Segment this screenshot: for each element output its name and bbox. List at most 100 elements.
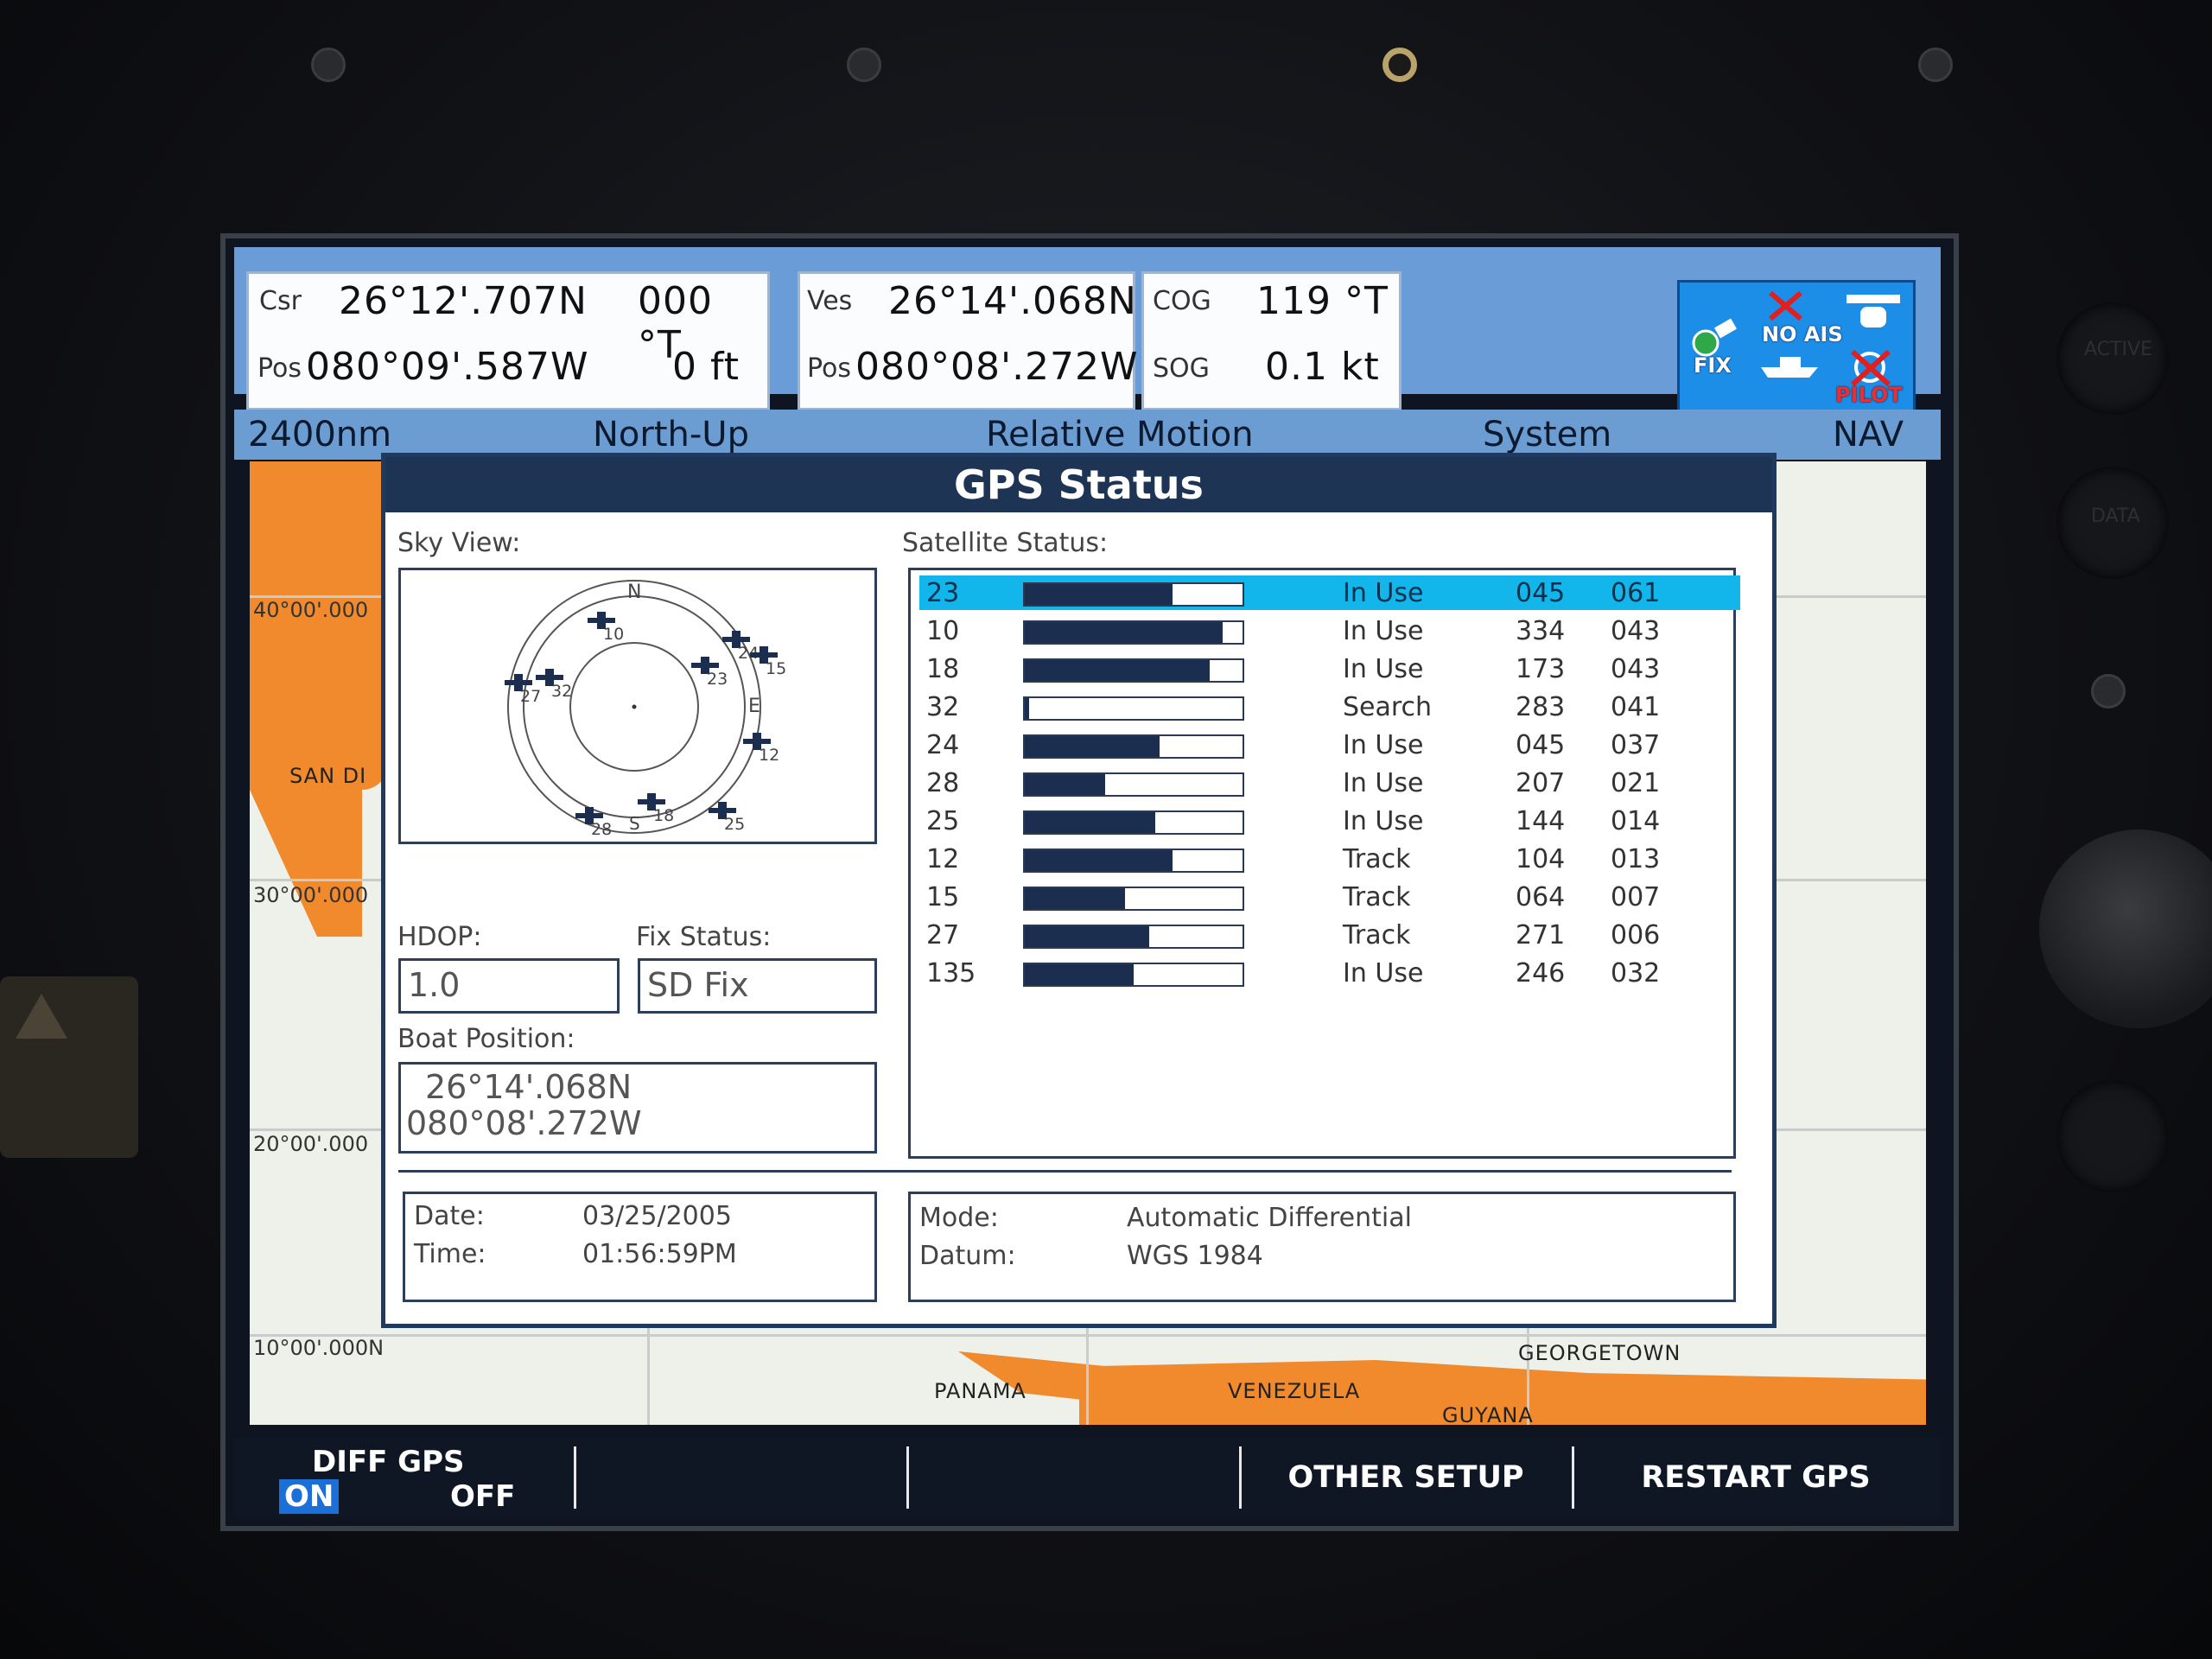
mode-label: Mode:: [919, 1203, 999, 1233]
satellite-row[interactable]: 24 In Use 045 037: [919, 728, 1740, 762]
sky-center: [632, 704, 637, 709]
satellite-status: In Use: [1343, 654, 1424, 684]
satellite-status: Search: [1343, 692, 1433, 722]
satellite-row[interactable]: 18 In Use 173 043: [919, 652, 1740, 686]
satellite-row[interactable]: 25 In Use 144 014: [919, 804, 1740, 838]
bezel-screw: [1918, 48, 1953, 82]
vessel-label: Ves: [807, 286, 853, 316]
satellite-row[interactable]: 12 Track 104 013: [919, 842, 1740, 876]
satellite-azimuth: 334: [1516, 616, 1566, 646]
menu-readout[interactable]: System: [1483, 415, 1611, 454]
satellite-row[interactable]: 10 In Use 334 043: [919, 613, 1740, 648]
signal-bar: [1023, 925, 1244, 949]
signal-bar-fill: [1025, 774, 1105, 795]
dialog-title: GPS Status: [385, 457, 1772, 512]
latitude-label: 40°00'.000: [253, 598, 369, 622]
fix-status-label: Fix Status:: [636, 922, 772, 952]
satellite-row[interactable]: 27 Track 271 006: [919, 918, 1740, 952]
satellite-row[interactable]: 135 In Use 246 032: [919, 956, 1740, 990]
land-mass: [250, 461, 388, 790]
restart-gps-softkey[interactable]: RESTART GPS: [1574, 1438, 1937, 1517]
satellite-elevation: 014: [1611, 806, 1661, 836]
sky-satellite: 18: [638, 793, 674, 825]
bezel-key[interactable]: [2056, 1080, 2169, 1192]
sky-satellite: 10: [588, 612, 624, 644]
motion-cell[interactable]: COG 119 °T SOG 0.1 kt: [1141, 271, 1402, 410]
time-value: 01:56:59PM: [582, 1239, 737, 1269]
boat-position-field: 26°14'.068N 080°08'.272W: [398, 1062, 877, 1154]
satellite-elevation: 041: [1611, 692, 1661, 722]
satellite-status-label: Satellite Status:: [902, 528, 1109, 558]
diff-gps-off-option: OFF: [450, 1479, 516, 1514]
sky-satellite-id: 27: [520, 687, 541, 706]
satellite-elevation: 061: [1611, 578, 1661, 608]
signal-bar-fill: [1025, 584, 1173, 605]
signal-bar: [1023, 887, 1244, 911]
sky-view-label: Sky View:: [397, 528, 521, 558]
satellite-status: In Use: [1343, 768, 1424, 798]
cursor-pos-label: Pos: [257, 353, 302, 384]
fix-label: FIX: [1694, 353, 1732, 378]
satellite-id: 32: [926, 692, 960, 722]
status-icons-panel[interactable]: FIX NO AIS PILOT: [1677, 280, 1916, 415]
vessel-icon: [1761, 357, 1818, 378]
satellite-elevation: 021: [1611, 768, 1661, 798]
hdop-value: 1.0: [408, 966, 461, 1004]
signal-bar: [1023, 696, 1244, 721]
satellite-azimuth: 144: [1516, 806, 1566, 836]
sky-satellite: 28: [575, 807, 612, 839]
mode-datum-panel: Mode: Automatic Differential Datum: WGS …: [908, 1192, 1736, 1302]
satellite-status: In Use: [1343, 806, 1424, 836]
other-setup-softkey[interactable]: OTHER SETUP: [1242, 1438, 1570, 1517]
orientation-readout[interactable]: North-Up: [593, 415, 749, 454]
vessel-latitude: 26°14'.068N: [888, 279, 1137, 323]
satellite-azimuth: 064: [1516, 882, 1566, 912]
fix-status-value: SD Fix: [647, 966, 749, 1004]
satellite-id: 28: [926, 768, 960, 798]
place-label: GEORGETOWN: [1518, 1341, 1681, 1365]
satellite-id: 18: [926, 654, 960, 684]
cog-value: 119 °T: [1256, 279, 1389, 323]
signal-bar-fill: [1025, 850, 1173, 871]
satellite-row[interactable]: 32 Search 283 041: [919, 690, 1740, 724]
sog-value: 0.1 kt: [1265, 345, 1380, 389]
diff-gps-softkey[interactable]: DIFF GPS ON OFF: [234, 1438, 563, 1517]
satellite-row[interactable]: 23 In Use 045 061: [919, 575, 1740, 610]
latitude-label: 20°00'.000: [253, 1132, 369, 1156]
nav-mode-readout[interactable]: NAV: [1833, 415, 1904, 454]
signal-bar-fill: [1025, 736, 1160, 757]
cursor-longitude: 080°09'.587W: [306, 345, 589, 389]
softkey-2[interactable]: [576, 1438, 905, 1517]
hdop-label: HDOP:: [397, 922, 482, 952]
signal-bar-fill: [1025, 812, 1155, 833]
sky-south-mark: S: [629, 813, 640, 834]
latitude-label: 10°00'.000N: [253, 1336, 385, 1360]
satellite-azimuth: 207: [1516, 768, 1566, 798]
range-readout[interactable]: 2400nm: [248, 415, 391, 454]
display-screen: Csr 26°12'.707N 000 °T Pos 080°09'.587W …: [220, 233, 1959, 1531]
satellite-id: 12: [926, 844, 960, 874]
sky-satellite-id: 18: [653, 806, 674, 825]
satellite-elevation: 006: [1611, 920, 1661, 950]
time-label: Time:: [414, 1239, 486, 1269]
satellite-elevation: 032: [1611, 958, 1661, 988]
cursor-position-cell[interactable]: Csr 26°12'.707N 000 °T Pos 080°09'.587W …: [246, 271, 770, 410]
satellite-elevation: 013: [1611, 844, 1661, 874]
satellite-id: 23: [926, 578, 960, 608]
bezel-screw: [847, 48, 881, 82]
hdop-field: 1.0: [398, 958, 620, 1014]
satellite-status-list[interactable]: 23 In Use 045 061 10 In Use 334 043 18 In Use 173 0…: [908, 568, 1740, 1159]
diff-gps-on-option: ON: [279, 1479, 340, 1514]
sky-satellite: 23: [691, 657, 728, 689]
satellite-azimuth: 246: [1516, 958, 1566, 988]
signal-bar-fill: [1025, 888, 1125, 909]
motion-mode-readout[interactable]: Relative Motion: [986, 415, 1254, 454]
sky-view-plot: N E S 10 24 15 23 32 27 12 28 18 25: [398, 568, 877, 844]
satellite-row[interactable]: 28 In Use 207 021: [919, 766, 1740, 800]
vessel-position-cell[interactable]: Ves 26°14'.068N Pos 080°08'.272W: [798, 271, 1138, 410]
softkey-3[interactable]: [909, 1438, 1237, 1517]
warning-label: [0, 976, 138, 1158]
satellite-row[interactable]: 15 Track 064 007: [919, 880, 1740, 914]
signal-bar: [1023, 810, 1244, 835]
sky-satellite-id: 15: [766, 659, 786, 678]
